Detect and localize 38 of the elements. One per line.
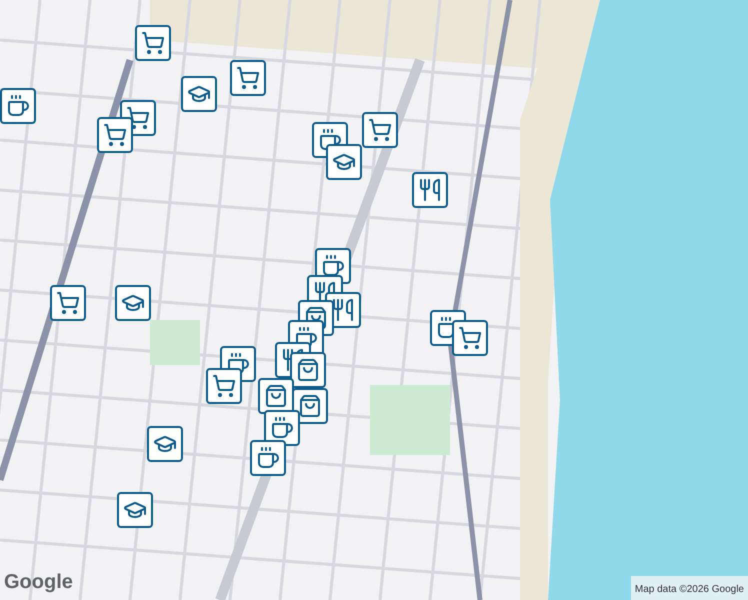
fork-knife-icon bbox=[331, 298, 355, 322]
cart-icon bbox=[141, 31, 165, 55]
fork-knife-icon bbox=[281, 348, 305, 372]
map-marker[interactable] bbox=[50, 285, 86, 321]
map-marker[interactable] bbox=[97, 117, 133, 153]
map-marker[interactable] bbox=[181, 76, 217, 112]
bag-icon bbox=[298, 394, 322, 418]
fork-knife-icon bbox=[418, 178, 442, 202]
bag-icon bbox=[296, 358, 320, 382]
map-marker[interactable] bbox=[0, 88, 36, 124]
map-marker[interactable] bbox=[452, 320, 488, 356]
cup-icon bbox=[256, 446, 280, 470]
map-marker[interactable] bbox=[250, 440, 286, 476]
map-marker[interactable] bbox=[292, 388, 328, 424]
map-marker[interactable] bbox=[147, 426, 183, 462]
cart-icon bbox=[458, 326, 482, 350]
cart-icon bbox=[368, 118, 392, 142]
map-marker[interactable] bbox=[290, 352, 326, 388]
google-logo: Google bbox=[4, 571, 73, 593]
cart-icon bbox=[236, 66, 260, 90]
cart-icon bbox=[56, 291, 80, 315]
map-marker[interactable] bbox=[206, 368, 242, 404]
cup-icon bbox=[6, 94, 30, 118]
map-marker[interactable] bbox=[326, 144, 362, 180]
cart-icon bbox=[126, 106, 150, 130]
map-marker[interactable] bbox=[115, 285, 151, 321]
map-marker[interactable] bbox=[230, 60, 266, 96]
cart-icon bbox=[212, 374, 236, 398]
cart-icon bbox=[103, 123, 127, 147]
map-marker[interactable] bbox=[117, 492, 153, 528]
map-attribution: Map data ©2026 Google bbox=[634, 584, 744, 595]
map-marker[interactable] bbox=[135, 25, 171, 61]
cup-icon bbox=[270, 416, 294, 440]
cup-icon bbox=[321, 254, 345, 278]
bag-icon bbox=[264, 384, 288, 408]
map-marker[interactable] bbox=[412, 172, 448, 208]
cup-icon bbox=[318, 128, 342, 152]
map-marker[interactable] bbox=[362, 112, 398, 148]
